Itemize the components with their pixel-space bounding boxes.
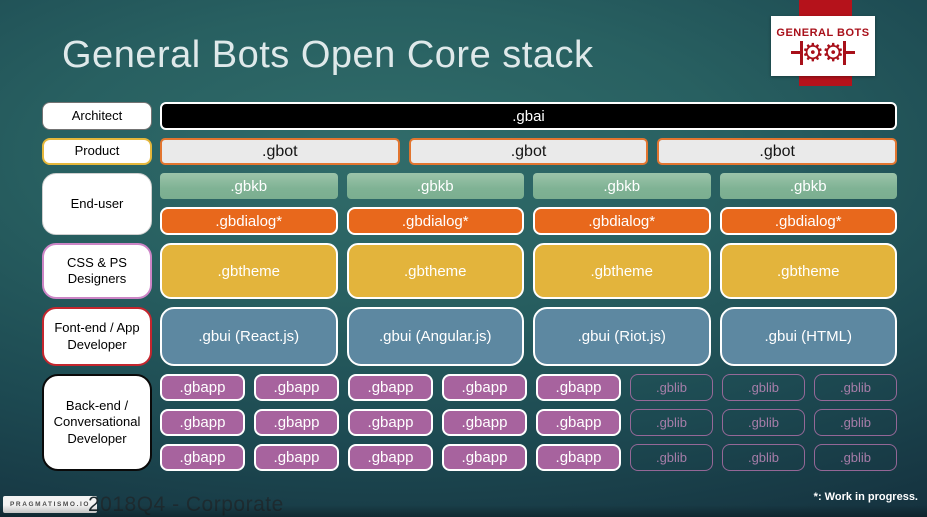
gblib-box: .gblib bbox=[814, 374, 897, 401]
line-decoration bbox=[790, 51, 800, 54]
role-label-end-user: End-user bbox=[42, 173, 152, 235]
gbapp-box: .gbapp bbox=[442, 409, 527, 436]
gbtheme-box: .gbtheme bbox=[533, 243, 711, 299]
line-decoration bbox=[846, 51, 856, 54]
gbkb-box: .gbkb bbox=[719, 173, 897, 199]
gbapp-box: .gbapp bbox=[348, 444, 433, 471]
gbot-box: .gbot bbox=[657, 138, 898, 165]
general-bots-logo: GENERAL BOTS ⚙ ⚙ bbox=[749, 0, 879, 96]
gbapp-box: .gbapp bbox=[160, 374, 245, 401]
gbot-row: .gbot .gbot .gbot bbox=[160, 138, 898, 165]
gbapp-box: .gbapp bbox=[536, 444, 621, 471]
gbapp-box: .gbapp bbox=[254, 444, 339, 471]
gbapp-box: .gbapp bbox=[536, 374, 621, 401]
work-in-progress-note: *: Work in progress. bbox=[813, 491, 918, 503]
gblib-box: .gblib bbox=[722, 444, 805, 471]
gbapp-row: .gbapp .gbapp .gbapp .gbapp .gbapp .gbli… bbox=[160, 444, 897, 471]
gbkb-box: .gbkb bbox=[346, 173, 524, 199]
gbapp-box: .gbapp bbox=[348, 374, 433, 401]
gbapp-row: .gbapp .gbapp .gbapp .gbapp .gbapp .gbli… bbox=[160, 374, 897, 401]
gbapp-box: .gbapp bbox=[442, 374, 527, 401]
gbui-box: .gbui (HTML) bbox=[719, 307, 897, 366]
gblib-box: .gblib bbox=[814, 409, 897, 436]
gbdialog-box: .gbdialog* bbox=[346, 207, 524, 235]
gbapp-box: .gbapp bbox=[254, 409, 339, 436]
stack-diagram: Architect .gbai Product .gbot .gbot .gbo… bbox=[42, 102, 898, 471]
gbdialog-box: .gbdialog* bbox=[533, 207, 711, 235]
gbui-box: .gbui (Angular.js) bbox=[346, 307, 524, 366]
gbot-box: .gbot bbox=[408, 138, 649, 165]
gbapp-box: .gbapp bbox=[536, 409, 621, 436]
gbapp-box: .gbapp bbox=[160, 444, 245, 471]
role-label-architect: Architect bbox=[42, 102, 152, 130]
logo-card: GENERAL BOTS ⚙ ⚙ bbox=[771, 16, 875, 76]
gbkb-box: .gbkb bbox=[533, 173, 711, 199]
logo-brand-text: GENERAL BOTS bbox=[776, 26, 870, 39]
gear-icon: ⚙ bbox=[801, 38, 824, 67]
gbapp-row: .gbapp .gbapp .gbapp .gbapp .gbapp .gbli… bbox=[160, 409, 897, 436]
gbkb-box: .gbkb bbox=[160, 173, 338, 199]
gblib-box: .gblib bbox=[722, 374, 805, 401]
gblib-box: .gblib bbox=[814, 444, 897, 471]
gblib-box: .gblib bbox=[630, 409, 713, 436]
role-label-product: Product bbox=[42, 138, 152, 165]
gears-motif: ⚙ ⚙ bbox=[790, 38, 856, 67]
gear-icon: ⚙ bbox=[822, 38, 845, 67]
gbapp-box: .gbapp bbox=[348, 409, 433, 436]
role-label-frontend: Font-end / App Developer bbox=[42, 307, 152, 366]
gblib-box: .gblib bbox=[630, 444, 713, 471]
gbapp-box: .gbapp bbox=[442, 444, 527, 471]
gbkb-row: .gbkb .gbkb .gbkb .gbkb bbox=[160, 173, 897, 199]
gbui-box: .gbui (Riot.js) bbox=[533, 307, 711, 366]
gblib-box: .gblib bbox=[722, 409, 805, 436]
gbui-row: .gbui (React.js) .gbui (Angular.js) .gbu… bbox=[160, 307, 897, 366]
gbdialog-row: .gbdialog* .gbdialog* .gbdialog* .gbdial… bbox=[160, 207, 897, 235]
gbtheme-row: .gbtheme .gbtheme .gbtheme .gbtheme bbox=[160, 243, 897, 299]
gbdialog-box: .gbdialog* bbox=[719, 207, 897, 235]
gbtheme-box: .gbtheme bbox=[346, 243, 524, 299]
slide: General Bots Open Core stack GENERAL BOT… bbox=[0, 0, 927, 517]
gbdialog-box: .gbdialog* bbox=[160, 207, 338, 235]
pragmatismo-logo: PRAGMATISMO.IO bbox=[3, 496, 98, 513]
gblib-box: .gblib bbox=[630, 374, 713, 401]
gbtheme-box: .gbtheme bbox=[160, 243, 338, 299]
gbapp-box: .gbapp bbox=[160, 409, 245, 436]
gbtheme-box: .gbtheme bbox=[719, 243, 897, 299]
gbai-box: .gbai bbox=[160, 102, 897, 130]
role-label-backend: Back-end / Conversational Developer bbox=[42, 374, 152, 471]
footer-caption: 2018Q4 - Corporate bbox=[88, 493, 284, 516]
gbui-box: .gbui (React.js) bbox=[160, 307, 338, 366]
role-label-designers: CSS & PS Designers bbox=[42, 243, 152, 299]
page-title: General Bots Open Core stack bbox=[62, 34, 594, 76]
gbapp-box: .gbapp bbox=[254, 374, 339, 401]
gbot-box: .gbot bbox=[160, 138, 400, 165]
